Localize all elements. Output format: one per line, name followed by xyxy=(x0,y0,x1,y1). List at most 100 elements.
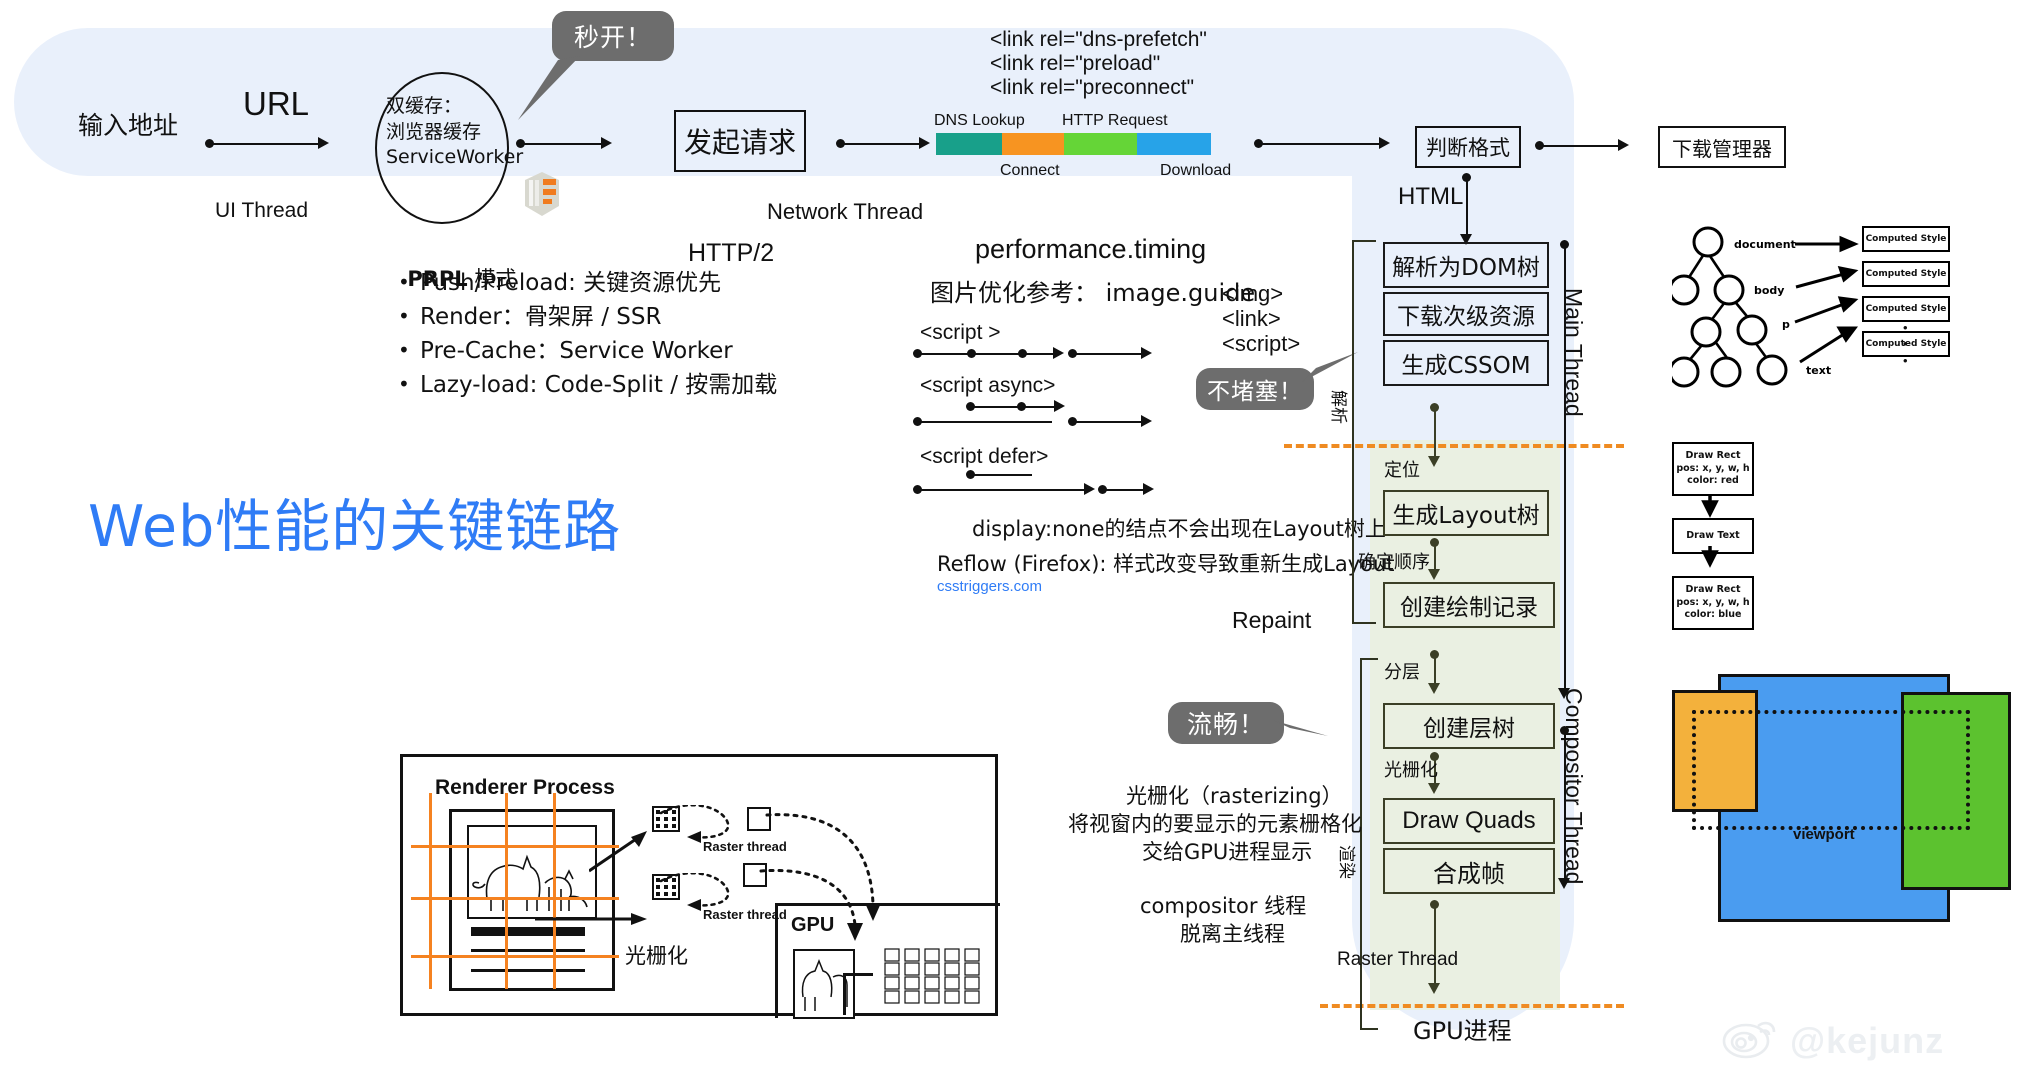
script0-dot-c xyxy=(1018,349,1027,358)
waterfall-segment-download xyxy=(1137,133,1211,155)
note-reflow: Reflow (Firefox): 样式改变导致重新生成Layout xyxy=(937,552,1395,576)
flow-line-3 xyxy=(841,143,921,145)
pipeline-line-to-gpu xyxy=(1434,905,1436,985)
prpl-bullet-1: • xyxy=(398,304,410,328)
network-thread-label: Network Thread xyxy=(767,199,924,224)
script1-line-b xyxy=(917,421,1052,423)
dom-node-label-text: text xyxy=(1806,364,1831,377)
script2-line-c xyxy=(1102,489,1146,491)
bubble-smooth-tail xyxy=(1272,720,1328,736)
flow-line-4 xyxy=(1259,143,1381,145)
network-waterfall xyxy=(936,133,1211,155)
prpl-item-label-0: Push/Preload: 关键资源优先 xyxy=(420,270,722,296)
compositor-note-line-1: 脱离主线程 xyxy=(1180,922,1285,946)
prpl-bullet-3: • xyxy=(398,372,410,396)
arrow-to-raster-2 xyxy=(535,913,647,925)
dual-cache-label: 双缓存： 浏览器缓存 ServiceWorker xyxy=(386,95,524,169)
raster-thread-label: Raster Thread xyxy=(1337,949,1459,970)
dom-node-label-p: p xyxy=(1782,318,1790,331)
pipeline-line-to-layout xyxy=(1434,408,1436,458)
http2-label: HTTP/2 xyxy=(688,239,775,267)
pipeline-step-paint-records: 创建绘制记录 xyxy=(1383,582,1555,628)
script0-arrowhead-b xyxy=(1141,347,1152,359)
script1-arrowhead-a xyxy=(1054,400,1065,412)
main-thread-label: Main Thread xyxy=(1561,288,1587,417)
flow-arrowhead-1 xyxy=(318,137,329,149)
viewport-label: viewport xyxy=(1793,826,1855,843)
gpu-tile-grid xyxy=(884,948,980,1004)
raster-note-line-0: 光栅化（rasterizing） xyxy=(1126,784,1343,808)
link-csstriggers[interactable]: csstriggers.com xyxy=(937,578,1042,597)
computed-style-ellipsis: • • • xyxy=(1903,320,1908,368)
raster-note-line-2: 交给GPU进程显示 xyxy=(1142,840,1313,864)
prpl-bullet-0: • xyxy=(398,270,410,294)
pipeline-arrow-to-layout xyxy=(1428,456,1440,467)
script0-line-a xyxy=(917,353,1057,355)
prpl-bullet-2: • xyxy=(398,338,410,362)
script0-dot-b xyxy=(967,349,976,358)
preload-hint-0: <link rel="dns-prefetch" xyxy=(990,28,1207,51)
waterfall-label-request: HTTP Request xyxy=(1062,112,1168,129)
resource-tag-script: <script> xyxy=(1222,331,1301,356)
prpl-list: • Push/Preload: 关键资源优先 • Render：骨架屏 / SSR • P… xyxy=(398,272,777,408)
dom-node-label-document: document xyxy=(1734,238,1796,251)
flow-line-2 xyxy=(521,143,603,145)
flow-arrowhead-5 xyxy=(1618,139,1629,151)
pipeline-step-parse-dom: 解析为DOM树 xyxy=(1383,242,1549,288)
script-row-label-2: <script defer> xyxy=(920,445,1049,468)
prpl-item-label-1: Render：骨架屏 / SSR xyxy=(420,304,662,330)
pipeline-arrow-to-quads xyxy=(1428,783,1440,794)
rasterize-cn-label: 光栅化 xyxy=(625,944,688,968)
stage-label-raster: 光栅化 xyxy=(1384,760,1438,781)
pipeline-step-layer-tree: 创建层树 xyxy=(1383,703,1555,749)
resource-tag-link: <link> xyxy=(1222,306,1281,331)
prpl-item-label-3: Lazy-load: Code-Split / 按需加载 xyxy=(420,372,778,398)
pipeline-line-to-layers xyxy=(1434,655,1436,685)
parse-stage-label: 解析 xyxy=(1328,390,1348,424)
divider-parse-render xyxy=(1284,444,1624,448)
weibo-icon xyxy=(1722,1021,1776,1059)
script2-line-b xyxy=(917,489,1087,491)
pipeline-step-layout-tree: 生成Layout树 xyxy=(1383,490,1549,536)
image-guide-note: 图片优化参考： image.guide xyxy=(930,279,1256,307)
script1-arrowhead-b xyxy=(1141,415,1152,427)
preload-hint-1: <link rel="preload" xyxy=(990,52,1161,75)
paint-record-arrows xyxy=(1701,494,1719,568)
stage-label-order: 确定顺序 xyxy=(1358,552,1430,573)
waterfall-label-connect: Connect xyxy=(1000,162,1060,179)
flow-arrowhead-2 xyxy=(601,137,612,149)
flow-arrowhead-3 xyxy=(919,137,930,149)
pipeline-arrow-to-gpu xyxy=(1428,983,1440,994)
prpl-item-2: • Pre-Cache：Service Worker xyxy=(398,340,777,363)
gpu-process-label: GPU进程 xyxy=(1413,1017,1512,1045)
prpl-item-1: • Render：骨架屏 / SSR xyxy=(398,306,777,329)
script2-line-a xyxy=(970,474,1032,476)
prpl-item-0: • Push/Preload: 关键资源优先 xyxy=(398,272,777,295)
script2-arrowhead-b xyxy=(1143,483,1154,495)
compositor-thread-label: Compositor Thread xyxy=(1561,688,1587,885)
script1-dot-b xyxy=(1017,402,1026,411)
stage-label-locate: 定位 xyxy=(1384,460,1420,481)
prpl-item-label-2: Pre-Cache：Service Worker xyxy=(420,338,733,364)
dom-tree-diagram: document body p text xyxy=(1672,226,1859,388)
script1-line-a xyxy=(970,406,1058,408)
html-label: HTML xyxy=(1398,183,1464,210)
stage-label-layer: 分层 xyxy=(1384,662,1420,683)
script0-line-b xyxy=(1072,353,1144,355)
dom-node-label-body: body xyxy=(1754,284,1784,297)
compositor-note-line-0: compositor 线程 xyxy=(1140,894,1307,918)
gpu-label: GPU xyxy=(791,914,835,936)
bubble-nonblocking: 不堵塞！ xyxy=(1196,368,1314,410)
prpl-item-3: • Lazy-load: Code-Split / 按需加载 xyxy=(398,374,777,397)
performance-timing-title: performance.timing xyxy=(975,234,1207,264)
pipeline-step-draw-quads: Draw Quads xyxy=(1383,798,1555,844)
download-manager-box: 下载管理器 xyxy=(1658,126,1786,168)
pipeline-step-subresources: 下载次级资源 xyxy=(1383,292,1549,336)
waterfall-label-dns: DNS Lookup xyxy=(934,112,1025,129)
renderer-process-panel: Renderer Process 光栅化 Raster thread Raste… xyxy=(400,754,1000,1019)
preload-hint-2: <link rel="preconnect" xyxy=(990,76,1195,99)
html-line xyxy=(1466,178,1468,236)
watermark-handle: @kejunz xyxy=(1790,1020,1945,1061)
bubble-smooth: 流畅！ xyxy=(1168,702,1284,744)
pipeline-arrow-to-layers xyxy=(1428,683,1440,694)
